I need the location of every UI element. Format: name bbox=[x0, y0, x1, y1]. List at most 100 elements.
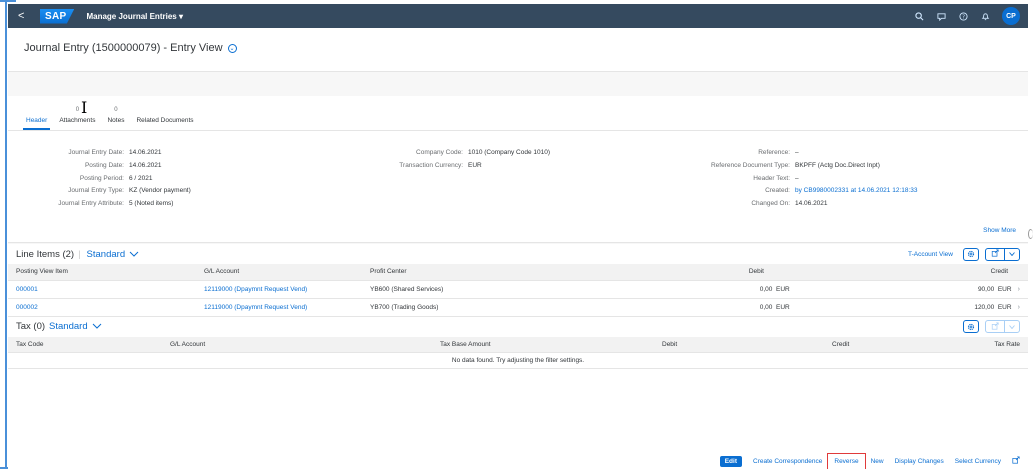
posting-view-item-link[interactable]: 000001 bbox=[8, 280, 196, 299]
field-row: Created: by CB9980002331 at 14.06.2021 12… bbox=[652, 187, 918, 200]
field-label: Journal Entry Date: bbox=[68, 149, 124, 156]
chevron-down-icon bbox=[129, 249, 139, 260]
field-row: Journal Entry Type: KZ (Vendor payment) bbox=[8, 187, 191, 200]
field-label: Reference: bbox=[758, 149, 790, 156]
title-expand-icon[interactable]: ⌄ bbox=[227, 43, 237, 53]
sap-logo[interactable]: SAP bbox=[40, 8, 75, 24]
tax-actions bbox=[963, 320, 1020, 333]
credit-amount: 90,00 bbox=[977, 285, 995, 293]
field-value: EUR bbox=[468, 161, 482, 169]
chevron-down-icon bbox=[92, 321, 102, 332]
tab-label: Attachments bbox=[59, 117, 96, 124]
field-value: – bbox=[795, 149, 799, 156]
settings-gear-button[interactable] bbox=[963, 247, 979, 261]
show-more-link[interactable]: Show More bbox=[983, 227, 1016, 234]
edit-button[interactable]: Edit bbox=[719, 455, 742, 467]
line-items-toolbar: Line Items (2) | Standard T-Account View bbox=[8, 244, 1028, 264]
tab-related-documents[interactable]: Related Documents bbox=[130, 107, 199, 130]
gear-icon bbox=[967, 250, 975, 258]
line-items-actions: T-Account View bbox=[908, 247, 1020, 261]
field-value: 14.06.2021 bbox=[129, 149, 162, 156]
share-icon[interactable] bbox=[1012, 456, 1020, 466]
no-data-message: No data found. Try adjusting the filter … bbox=[8, 352, 1028, 369]
select-currency-button[interactable]: Select Currency bbox=[955, 458, 1001, 465]
svg-text:?: ? bbox=[962, 14, 965, 20]
text-cursor-icon: I bbox=[81, 98, 88, 117]
column-header[interactable]: Credit bbox=[812, 264, 1028, 281]
create-correspondence-button[interactable]: Create Correspondence bbox=[753, 458, 822, 465]
posting-view-item-link[interactable]: 000002 bbox=[8, 298, 196, 317]
export-button bbox=[985, 320, 1020, 333]
tax-title: Tax (0) bbox=[16, 321, 46, 332]
settings-gear-button[interactable] bbox=[963, 320, 979, 333]
column-header[interactable]: Tax Rate bbox=[944, 336, 1028, 353]
shell-actions: ? CP bbox=[914, 7, 1020, 25]
field-label: Journal Entry Type: bbox=[68, 187, 124, 195]
separator: | bbox=[78, 248, 81, 260]
column-header[interactable]: Profit Center bbox=[362, 264, 622, 281]
tab-attachments[interactable]: 0 Attachments bbox=[53, 107, 101, 130]
details-column-3: Reference: – Reference Document Type: BKPF… bbox=[652, 149, 918, 213]
selection-edge-top bbox=[0, 0, 16, 2]
gl-account-link[interactable]: 12119000 (Dpaymnt Request Vend) bbox=[196, 298, 362, 317]
column-header[interactable]: Debit bbox=[654, 336, 824, 353]
table-row[interactable]: 000001 12119000 (Dpaymnt Request Vend) Y… bbox=[8, 280, 1028, 299]
debit-cell: 0,00 EUR bbox=[622, 280, 812, 299]
display-changes-button[interactable]: Display Changes bbox=[895, 458, 944, 465]
created-by-link[interactable]: by CB9980002331 at 14.06.2021 12:18:33 bbox=[795, 187, 918, 200]
debit-currency: EUR bbox=[776, 303, 790, 311]
field-label: Created: bbox=[765, 187, 790, 195]
field-row: Transaction Currency: EUR bbox=[358, 162, 550, 175]
tab-count bbox=[136, 107, 193, 115]
feedback-icon[interactable] bbox=[936, 11, 946, 21]
column-header[interactable]: Credit bbox=[824, 336, 944, 353]
tab-count: 0 bbox=[114, 107, 118, 113]
row-navigation-icon[interactable]: › bbox=[1018, 304, 1020, 311]
t-account-view-button[interactable]: T-Account View bbox=[908, 251, 953, 258]
selection-edge-line bbox=[5, 0, 7, 469]
field-value: 6 / 2021 bbox=[129, 174, 153, 182]
section-tabs: Header 0 Attachments 0 Notes Related Doc… bbox=[8, 96, 1028, 131]
variant-selector[interactable]: Standard bbox=[49, 321, 102, 332]
export-icon bbox=[986, 249, 1004, 259]
column-header[interactable]: G/L Account bbox=[162, 336, 432, 353]
debit-currency: EUR bbox=[776, 285, 790, 293]
search-icon[interactable] bbox=[914, 11, 924, 21]
export-dropdown-chevron-icon[interactable] bbox=[1004, 248, 1019, 260]
tab-count: 0 bbox=[75, 107, 80, 113]
column-header[interactable]: Tax Base Amount bbox=[432, 336, 654, 353]
gl-account-link[interactable]: 12119000 (Dpaymnt Request Vend) bbox=[196, 280, 362, 299]
tab-header[interactable]: Header bbox=[20, 107, 53, 130]
column-header[interactable]: G/L Account bbox=[196, 264, 362, 281]
variant-selector[interactable]: | Standard bbox=[78, 249, 139, 260]
row-navigation-icon[interactable]: › bbox=[1018, 286, 1020, 293]
page-title: Journal Entry (1500000079) - Entry View … bbox=[24, 42, 1028, 54]
column-header[interactable]: Debit bbox=[622, 264, 812, 281]
tab-notes[interactable]: 0 Notes bbox=[101, 107, 130, 130]
screen-edge bbox=[0, 0, 4, 469]
new-button[interactable]: New bbox=[871, 458, 884, 465]
reverse-button[interactable]: Reverse bbox=[827, 452, 866, 469]
side-panel-handle-icon[interactable] bbox=[1028, 229, 1033, 239]
header-details: Journal Entry Date: 14.06.2021 Posting Da… bbox=[8, 131, 1028, 243]
details-column-2: Company Code: 1010 (Company Code 1010) Tr… bbox=[358, 149, 550, 175]
line-items-table: Posting View Item G/L Account Profit Cen… bbox=[8, 264, 1028, 317]
details-column-1: Journal Entry Date: 14.06.2021 Posting Da… bbox=[8, 149, 191, 213]
table-row[interactable]: 000002 12119000 (Dpaymnt Request Vend) Y… bbox=[8, 298, 1028, 317]
export-button[interactable] bbox=[985, 247, 1020, 261]
tab-label: Notes bbox=[107, 117, 125, 124]
field-label: Posting Date: bbox=[84, 161, 124, 169]
credit-currency: EUR bbox=[997, 285, 1012, 293]
app-title-menu[interactable]: Manage Journal Entries ▾ bbox=[86, 12, 182, 21]
tax-table: Tax Code G/L Account Tax Base Amount Deb… bbox=[8, 336, 1028, 369]
column-header[interactable]: Tax Code bbox=[8, 336, 162, 353]
field-value: BKPFF (Actg Doc.Direct Inpt) bbox=[795, 161, 880, 169]
back-button[interactable]: < bbox=[18, 10, 34, 22]
field-label: Journal Entry Attribute: bbox=[58, 200, 124, 208]
user-avatar[interactable]: CP bbox=[1002, 7, 1020, 25]
notifications-icon[interactable] bbox=[980, 11, 990, 21]
column-header[interactable]: Posting View Item bbox=[8, 264, 196, 281]
help-icon[interactable]: ? bbox=[958, 11, 968, 21]
no-data-row: No data found. Try adjusting the filter … bbox=[8, 352, 1028, 369]
field-row: Reference Document Type: BKPFF (Actg Doc.… bbox=[652, 162, 918, 175]
